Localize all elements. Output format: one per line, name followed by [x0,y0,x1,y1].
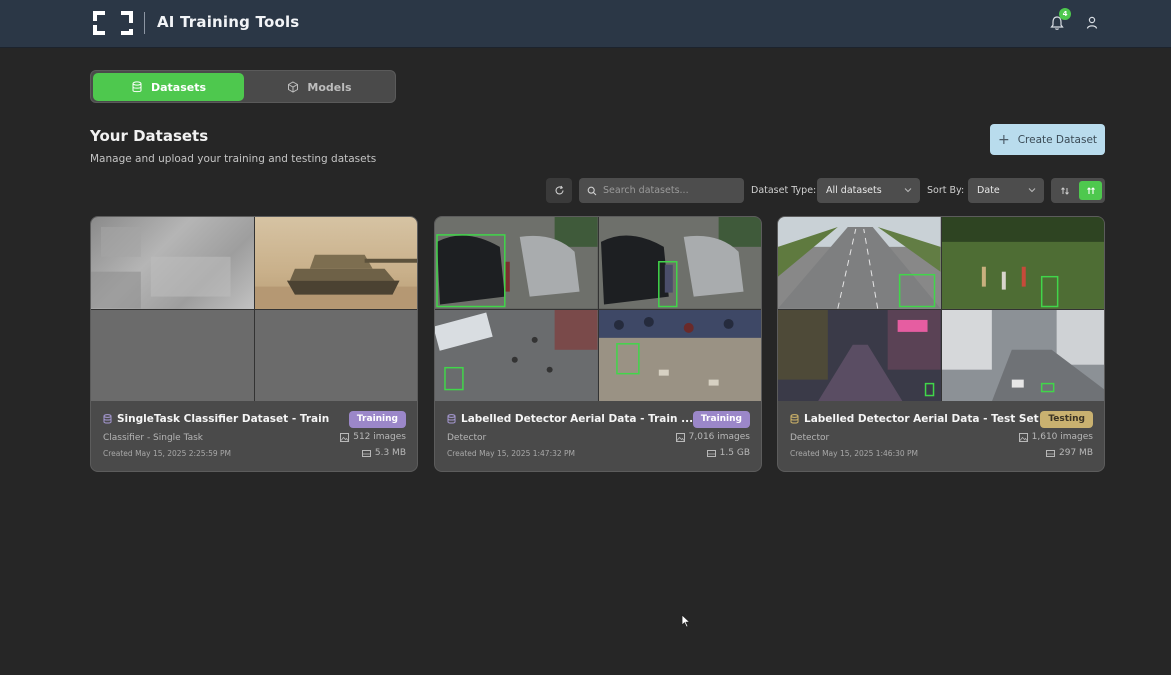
database-icon [790,414,799,424]
thumbnail-parking-2 [598,217,761,309]
dataset-size: 1.5 GB [706,448,750,458]
dataset-type: Classifier - Single Task [103,433,204,443]
tab-models-label: Models [307,80,352,94]
size-text: 1.5 GB [719,448,750,458]
dataset-image-count: 7,016 images [675,432,750,442]
dataset-size: 297 MB [1046,448,1093,458]
dataset-thumbnails [435,217,761,401]
sort-descending-button[interactable] [1079,181,1102,200]
size-text: 5.3 MB [374,448,406,458]
view-switcher: Datasets Models [90,70,396,103]
thumbnail-park [941,217,1104,309]
size-text: 297 MB [1059,448,1093,458]
sort-ascending-icon [1061,186,1069,195]
chevron-down-icon [904,188,912,193]
image-icon [1018,432,1028,442]
dataset-type-select[interactable]: All datasets [817,178,920,203]
sort-by-label: Sort By: [927,185,965,196]
image-icon [340,432,350,442]
thumbnail-blurred [91,217,254,309]
image-count-text: 7,016 images [688,432,750,442]
create-dataset-button[interactable]: + Create Dataset [990,124,1105,155]
storage-icon [706,449,716,457]
database-icon [447,414,456,424]
dataset-name: Labelled Detector Aerial Data - Train ..… [447,413,693,425]
image-count-text: 1,610 images [1031,432,1093,442]
dataset-type: Detector [447,433,487,443]
dataset-card-classifier[interactable]: SingleTask Classifier Dataset - Train Tr… [90,216,418,472]
image-icon [675,432,685,442]
top-bar: AI Training Tools 4 [0,0,1171,48]
dataset-image-count: 1,610 images [1018,432,1093,442]
search-input[interactable] [603,185,733,196]
plus-icon: + [997,131,1010,148]
create-dataset-label: Create Dataset [1017,133,1098,146]
dataset-name-text: SingleTask Classifier Dataset - Train [117,413,330,425]
tab-datasets-label: Datasets [150,80,207,94]
mouse-cursor-icon [681,614,691,628]
cube-icon [288,81,299,93]
dataset-name-text: Labelled Detector Aerial Data - Test Set [804,413,1039,425]
thumbnail-empty [91,309,254,401]
thumbnail-highway [778,217,941,309]
sort-descending-icon [1086,186,1095,194]
page-title: Your Datasets [90,127,209,145]
header-divider [144,12,145,34]
chevron-down-icon [1028,188,1036,193]
dataset-size: 5.3 MB [361,448,406,458]
thumbnail-aerial-road [941,309,1104,401]
dataset-created: Created May 15, 2025 2:25:59 PM [103,449,232,458]
sort-direction-toggle [1051,178,1105,203]
dataset-card-aerial-test[interactable]: Labelled Detector Aerial Data - Test Set… [777,216,1105,472]
image-count-text: 512 images [353,432,406,442]
thumbnail-aerial-street [435,309,598,401]
search-box [579,178,744,203]
dataset-type-value: All datasets [826,185,882,196]
dataset-image-count: 512 images [340,432,406,442]
dataset-created: Created May 15, 2025 1:47:32 PM [447,449,576,458]
sort-by-value: Date [977,185,1000,196]
dataset-created: Created May 15, 2025 1:46:30 PM [790,449,919,458]
thumbnail-tank [254,217,417,309]
database-icon [132,81,142,93]
dataset-type: Detector [790,433,830,443]
dataset-thumbnails [778,217,1104,401]
dataset-thumbnails [91,217,417,401]
tab-models[interactable]: Models [244,73,395,101]
storage-icon [361,449,371,457]
dataset-tag: Testing [1040,411,1093,428]
thumbnail-empty [254,309,417,401]
dataset-tag: Training [348,411,406,428]
dataset-name: Labelled Detector Aerial Data - Test Set [790,413,1039,425]
thumbnail-crowd [598,309,761,401]
page-subtitle: Manage and upload your training and test… [90,153,377,165]
tab-datasets[interactable]: Datasets [93,73,244,101]
refresh-button[interactable] [546,178,572,203]
dataset-name-text: Labelled Detector Aerial Data - Train ..… [461,413,694,425]
dataset-tag: Training [692,411,750,428]
dataset-name: SingleTask Classifier Dataset - Train [103,413,329,425]
notification-badge: 4 [1059,8,1071,20]
dataset-card-aerial-train[interactable]: Labelled Detector Aerial Data - Train ..… [434,216,762,472]
sort-by-select[interactable]: Date [968,178,1044,203]
thumbnail-parking [435,217,598,309]
storage-icon [1046,449,1056,457]
app-logo-icon[interactable] [91,9,135,37]
refresh-icon [554,185,564,195]
sort-ascending-button[interactable] [1054,181,1076,200]
database-icon [103,414,112,424]
user-icon[interactable] [1086,16,1098,29]
search-icon [587,186,597,195]
thumbnail-city-night [778,309,941,401]
app-title: AI Training Tools [157,13,300,31]
dataset-type-label: Dataset Type: [751,185,817,196]
